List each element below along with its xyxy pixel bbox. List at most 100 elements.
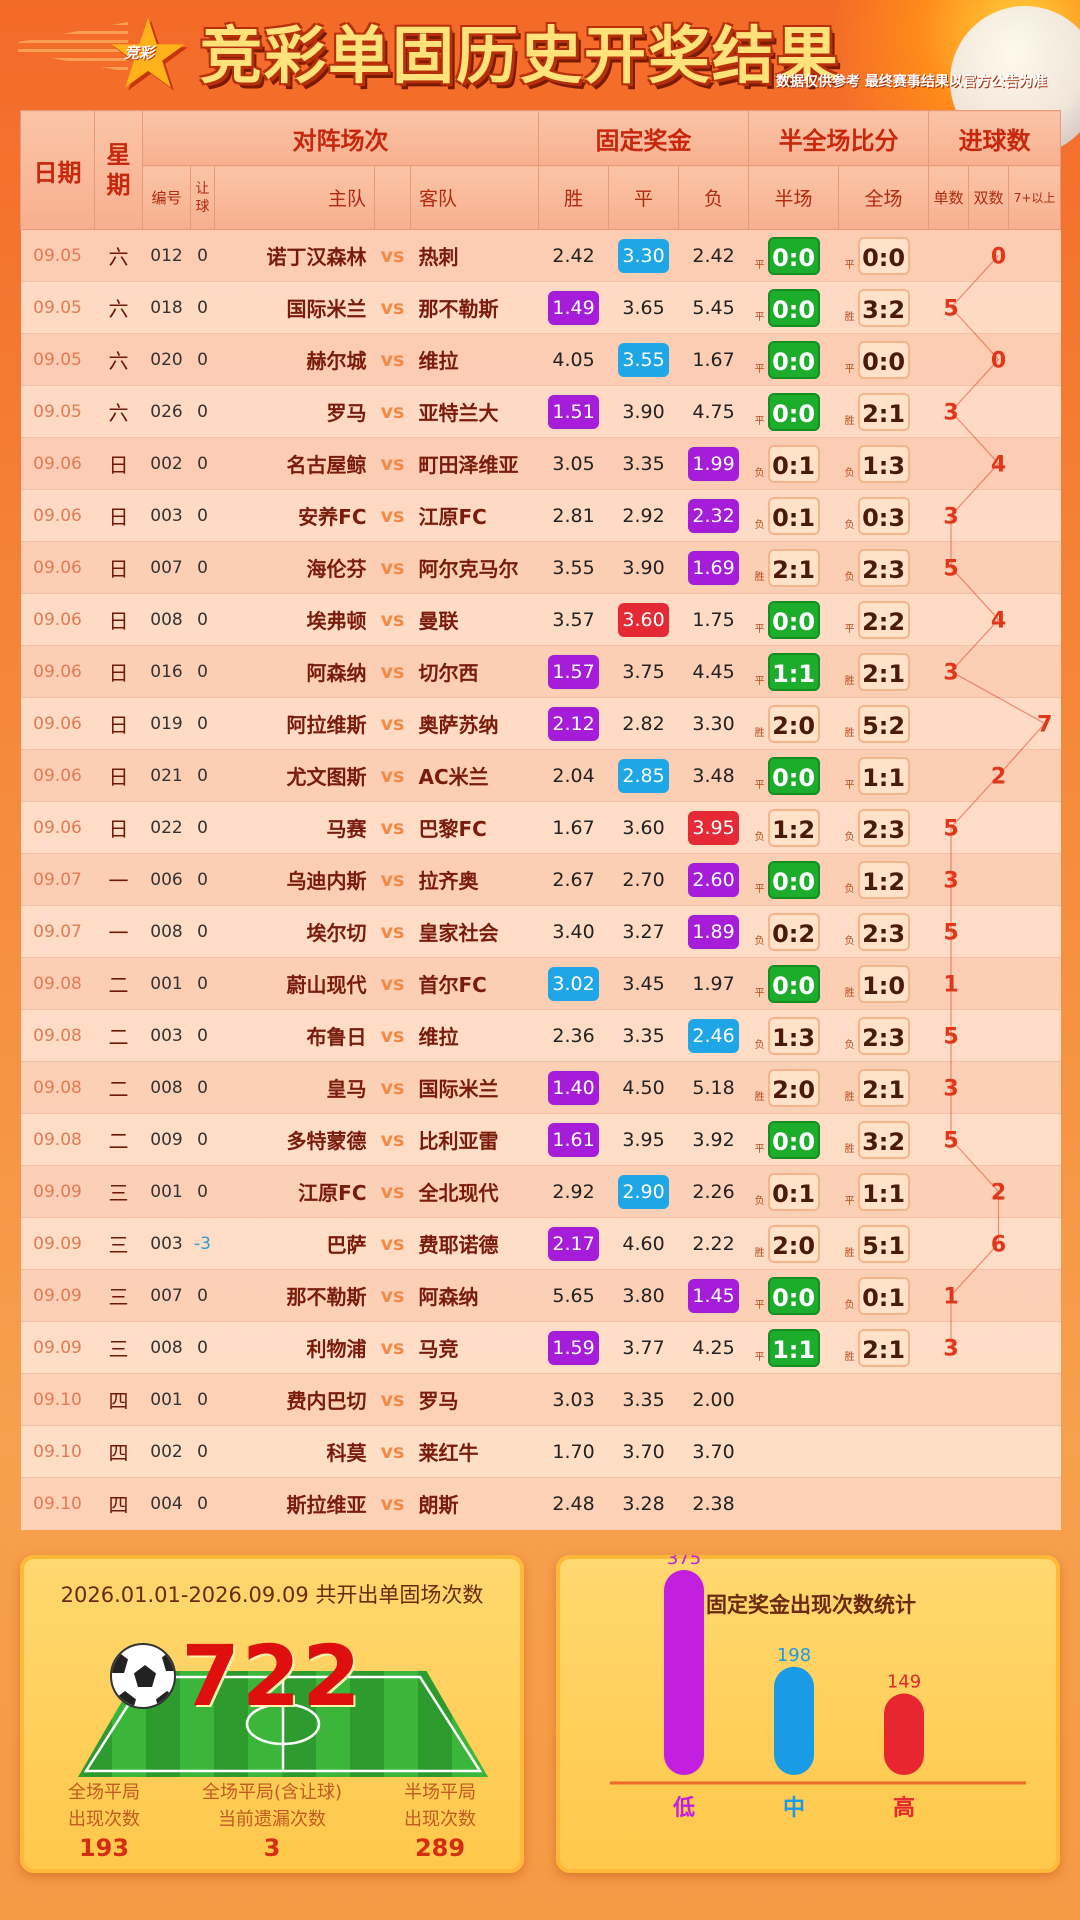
- match-weekday: 三: [94, 1269, 143, 1322]
- odds-lose: 2.32: [678, 489, 749, 542]
- odds-lose: 2.26: [678, 1165, 749, 1218]
- table-row: 09.06 日 007 0 海伦芬 vs 阿尔克马尔 3.55 3.90 1.69 胜 2:1 负 2:3: [20, 541, 1061, 594]
- vs-label: vs: [374, 853, 411, 906]
- summary-range: 2026.01.01-2026.09.09 共开出单固场次数: [60, 1583, 484, 1607]
- odds-win: 2.81: [538, 489, 609, 542]
- page-title: 竞彩单固历史开奖结果: [200, 19, 841, 92]
- odds-draw: 3.90: [608, 385, 679, 438]
- vs-label: vs: [374, 1477, 411, 1530]
- goals-cell: [928, 1321, 1061, 1374]
- header: ★ 竞彩 竞彩单固历史开奖结果 数据仅供参考 最终赛事结果以官方公告为准: [0, 0, 1080, 156]
- bar-value-label: 375: [667, 1555, 701, 1569]
- match-code: 003: [142, 489, 191, 542]
- home-team: 利物浦: [214, 1321, 375, 1374]
- away-team: 拉齐奥: [410, 853, 539, 906]
- match-code: 008: [142, 1321, 191, 1374]
- winning-odds-badge: 3.95: [688, 810, 739, 845]
- away-team: 全北现代: [410, 1165, 539, 1218]
- half-score-cell: 平 1:1: [748, 1321, 839, 1374]
- match-weekday: 六: [94, 281, 143, 334]
- full-score: 0:1: [857, 1276, 910, 1315]
- half-score-cell: 负 1:3: [748, 1009, 839, 1062]
- half-score-cell: 平 0:0: [748, 385, 839, 438]
- match-handicap: -3: [190, 1217, 215, 1270]
- full-score: 1:2: [857, 860, 910, 899]
- match-weekday: 四: [94, 1425, 143, 1478]
- results-table: 日期 星期 对阵场次 固定奖金 半全场比分 进球数 编号 让球 主队 客队 胜 …: [20, 110, 1062, 1530]
- match-code: 009: [142, 1113, 191, 1166]
- stat-half-draw: 半场平局 出现次数 289: [356, 1779, 524, 1863]
- match-date: 09.05: [20, 229, 95, 282]
- odds-draw: 3.30: [608, 229, 679, 282]
- odds-lose: 5.45: [678, 281, 749, 334]
- goals-cell: [928, 697, 1061, 750]
- table-row: 09.06 日 003 0 安养FC vs 江原FC 2.81 2.92 2.32 负 0:1 负 0:3: [20, 489, 1061, 542]
- half-score-cell: 负 0:1: [748, 1165, 839, 1218]
- match-handicap: 0: [190, 905, 215, 958]
- odds-win: 1.70: [538, 1425, 609, 1478]
- match-weekday: 二: [94, 1113, 143, 1166]
- away-team: 首尔FC: [410, 957, 539, 1010]
- away-team: 国际米兰: [410, 1061, 539, 1114]
- goals-cell: [928, 905, 1061, 958]
- match-handicap: 0: [190, 749, 215, 802]
- match-code: 008: [142, 593, 191, 646]
- stat-value: 289: [414, 1834, 466, 1862]
- odds-draw: 3.35: [608, 1373, 679, 1426]
- odds-draw: 3.90: [608, 541, 679, 594]
- match-code: 019: [142, 697, 191, 750]
- home-team: 江原FC: [214, 1165, 375, 1218]
- half-score-cell: 平 1:1: [748, 645, 839, 698]
- full-score-cell: 平 0:0: [838, 229, 929, 282]
- goals-cell: [928, 489, 1061, 542]
- header-draw: 平: [608, 165, 680, 230]
- away-team: 莱红牛: [410, 1425, 539, 1478]
- table-row: 09.10 四 004 0 斯拉维亚 vs 朗斯 2.48 3.28 2.38: [20, 1477, 1061, 1530]
- half-score: 2:1: [767, 548, 820, 587]
- match-handicap: 0: [190, 645, 215, 698]
- odds-draw: 3.60: [608, 801, 679, 854]
- goals-cell: [928, 593, 1061, 646]
- match-code: 012: [142, 229, 191, 282]
- odds-draw: 3.55: [608, 333, 679, 386]
- full-score-cell: 胜 5:1: [838, 1217, 929, 1270]
- odds-draw: 3.80: [608, 1269, 679, 1322]
- full-result-tag: 负: [844, 1040, 855, 1051]
- full-score-cell: 胜 3:2: [838, 281, 929, 334]
- match-weekday: 日: [94, 801, 143, 854]
- full-score: 2:3: [857, 912, 910, 951]
- half-score: 0:0: [767, 860, 820, 899]
- half-score: 0:0: [767, 1120, 820, 1159]
- odds-draw: 3.45: [608, 957, 679, 1010]
- full-result-tag: 平: [844, 364, 855, 375]
- full-result-tag: 负: [844, 1300, 855, 1311]
- odds-win: 3.40: [538, 905, 609, 958]
- home-team: 名古屋鲸: [214, 437, 375, 490]
- match-handicap: 0: [190, 1477, 215, 1530]
- half-result-tag: 胜: [754, 1248, 765, 1259]
- full-result-tag: 胜: [844, 312, 855, 323]
- odds-win: 1.59: [538, 1321, 609, 1374]
- table-row: 09.08 二 009 0 多特蒙德 vs 比利亚雷 1.61 3.95 3.92 平 0:0 胜 3:2: [20, 1113, 1061, 1166]
- odds-draw: 2.85: [608, 749, 679, 802]
- table-row: 09.05 六 018 0 国际米兰 vs 那不勒斯 1.49 3.65 5.45 平 0:0 胜 3:2: [20, 281, 1061, 334]
- logo-text: 竞彩: [124, 44, 155, 62]
- goals-cell: [928, 437, 1061, 490]
- half-score-cell: 负 1:2: [748, 801, 839, 854]
- bar-category-label: 高: [893, 1795, 915, 1821]
- table-row: 09.09 三 001 0 江原FC vs 全北现代 2.92 2.90 2.26 负 0:1 平 1:1: [20, 1165, 1061, 1218]
- odds-draw: 3.65: [608, 281, 679, 334]
- disclaimer: 数据仅供参考 最终赛事结果以官方公告为准: [776, 74, 1047, 90]
- half-score-cell: 平 0:0: [748, 853, 839, 906]
- goals-cell: [928, 645, 1061, 698]
- match-date: 09.09: [20, 1321, 95, 1374]
- stat-value: 3: [263, 1834, 281, 1862]
- goals-cell: [928, 801, 1061, 854]
- table-row: 09.05 六 026 0 罗马 vs 亚特兰大 1.51 3.90 4.75 平 0:0 胜 2:1: [20, 385, 1061, 438]
- half-score: 0:1: [767, 444, 820, 483]
- vs-label: vs: [374, 1217, 411, 1270]
- match-handicap: 0: [190, 1061, 215, 1114]
- match-date: 09.05: [20, 333, 95, 386]
- odds-lose: 1.89: [678, 905, 749, 958]
- odds-lose: 1.97: [678, 957, 749, 1010]
